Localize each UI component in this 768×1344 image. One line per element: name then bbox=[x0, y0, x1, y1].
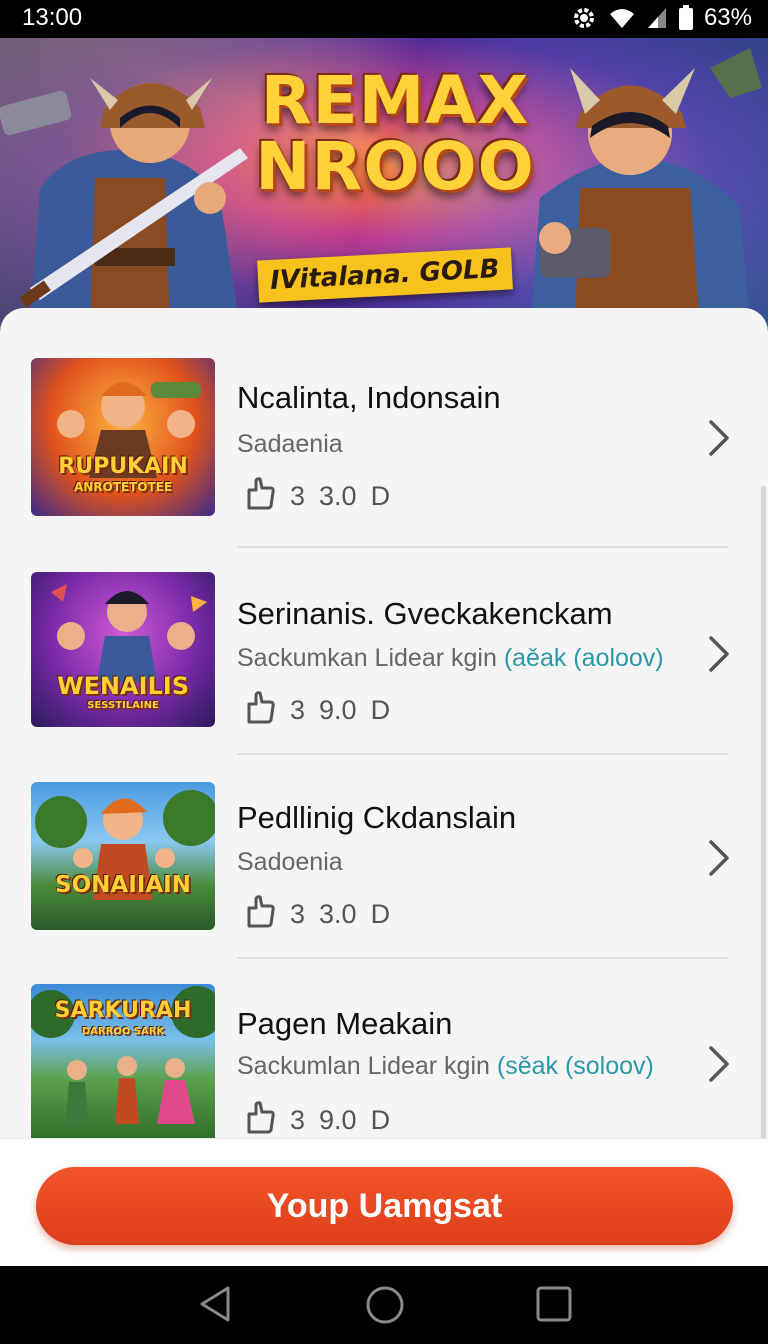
meta-value: 3.0 bbox=[319, 899, 357, 929]
item-meta: 3 9.0 D bbox=[244, 1100, 390, 1138]
item-meta: 3 3.0 D bbox=[244, 894, 390, 935]
meta-value: 3.0 bbox=[319, 481, 357, 511]
thumbnail-title: RUPUKAIN bbox=[58, 454, 188, 479]
content-card: RUPUKAIN ANROTETOTEE Ncalinta, Indonsain… bbox=[0, 308, 768, 1138]
like-icon bbox=[244, 1100, 276, 1138]
item-thumbnail: SONAIIAIN bbox=[31, 782, 215, 930]
meta-unit: D bbox=[370, 899, 391, 929]
battery-percent: 63% bbox=[703, 4, 752, 31]
status-icons: 63% bbox=[570, 4, 752, 32]
hero-title-line1: REMAX bbox=[260, 62, 530, 139]
meta-count: 3 bbox=[290, 481, 306, 511]
item-subtitle: Sackumlan Lidear kgin (sěak (soloov) bbox=[237, 1052, 654, 1080]
wifi-icon bbox=[608, 6, 636, 30]
signal-icon bbox=[646, 6, 668, 30]
recents-icon[interactable] bbox=[534, 1284, 574, 1329]
home-icon[interactable] bbox=[364, 1284, 406, 1331]
chevron-right-icon[interactable] bbox=[706, 838, 732, 883]
hero-banner: REMAX NROOO IVitalana. GOLB bbox=[0, 38, 768, 328]
battery-icon bbox=[678, 5, 694, 31]
meta-unit: D bbox=[370, 481, 391, 511]
thumbnail-subtitle: SESSTILAINE bbox=[87, 700, 159, 711]
meta-unit: D bbox=[370, 1105, 391, 1135]
thumbnail-title: SONAIIAIN bbox=[55, 872, 191, 898]
chevron-right-icon[interactable] bbox=[706, 1044, 732, 1089]
meta-value: 9.0 bbox=[319, 1105, 357, 1135]
hero-character-left bbox=[0, 78, 248, 328]
meta-count: 3 bbox=[290, 899, 306, 929]
item-thumbnail: WENAILIS SESSTILAINE bbox=[31, 572, 215, 727]
divider bbox=[237, 957, 728, 959]
chevron-right-icon[interactable] bbox=[706, 634, 732, 679]
item-thumbnail: SARKURAH DARROO SARK bbox=[31, 984, 215, 1138]
item-subtitle: Sadoenia bbox=[237, 848, 343, 876]
item-subtitle: Sadaenia bbox=[237, 430, 343, 458]
like-icon bbox=[244, 690, 276, 731]
item-thumbnail: RUPUKAIN ANROTETOTEE bbox=[31, 358, 215, 516]
item-subtitle-accent: (sěak (soloov) bbox=[496, 1052, 654, 1080]
like-icon bbox=[244, 894, 276, 935]
hero-character-right bbox=[530, 48, 762, 328]
like-icon bbox=[244, 476, 276, 517]
status-bar: 13:00 63% bbox=[0, 0, 768, 38]
item-meta: 3 9.0 D bbox=[244, 690, 390, 731]
meta-count: 3 bbox=[290, 1105, 306, 1135]
thumbnail-title: WENAILIS bbox=[57, 672, 189, 700]
item-title: Pagen Meakain bbox=[237, 1006, 453, 1041]
system-nav-bar bbox=[0, 1266, 768, 1344]
thumbnail-subtitle: ANROTETOTEE bbox=[73, 480, 173, 494]
bottom-action-area: Youp Uamgsat bbox=[0, 1138, 768, 1266]
chevron-right-icon[interactable] bbox=[706, 418, 732, 463]
hero-title-line2: NROOO bbox=[255, 128, 535, 205]
item-subtitle-accent: (aěak (aoloov) bbox=[503, 644, 664, 672]
hero-title: REMAX NROOO bbox=[250, 68, 540, 200]
item-subtitle: Sackumkan Lidear kgin (aěak (aoloov) bbox=[237, 644, 664, 672]
divider bbox=[237, 753, 728, 755]
thumbnail-title: SARKURAH bbox=[54, 998, 192, 1023]
status-time: 13:00 bbox=[22, 4, 83, 31]
settings-gear-icon bbox=[570, 4, 598, 32]
list-item[interactable]: WENAILIS SESSTILAINE Serinanis. Gveckake… bbox=[0, 550, 768, 750]
divider bbox=[237, 546, 728, 548]
meta-unit: D bbox=[370, 695, 391, 725]
meta-count: 3 bbox=[290, 695, 306, 725]
primary-action-button[interactable]: Youp Uamgsat bbox=[36, 1167, 733, 1245]
item-title: Pedllinig Ckdanslain bbox=[237, 800, 517, 835]
scrollbar[interactable] bbox=[761, 486, 766, 1138]
back-icon[interactable] bbox=[196, 1284, 236, 1329]
item-title: Serinanis. Gveckakenckam bbox=[237, 596, 613, 631]
list-item[interactable]: SARKURAH DARROO SARK Pagen Meakain Sacku… bbox=[0, 960, 768, 1138]
thumbnail-subtitle: DARROO SARK bbox=[81, 1026, 165, 1037]
item-title: Ncalinta, Indonsain bbox=[237, 380, 501, 415]
list-item[interactable]: SONAIIAIN Pedllinig Ckdanslain Sadoenia … bbox=[0, 756, 768, 956]
item-meta: 3 3.0 D bbox=[244, 476, 390, 517]
list-item[interactable]: RUPUKAIN ANROTETOTEE Ncalinta, Indonsain… bbox=[0, 338, 768, 538]
meta-value: 9.0 bbox=[319, 695, 357, 725]
